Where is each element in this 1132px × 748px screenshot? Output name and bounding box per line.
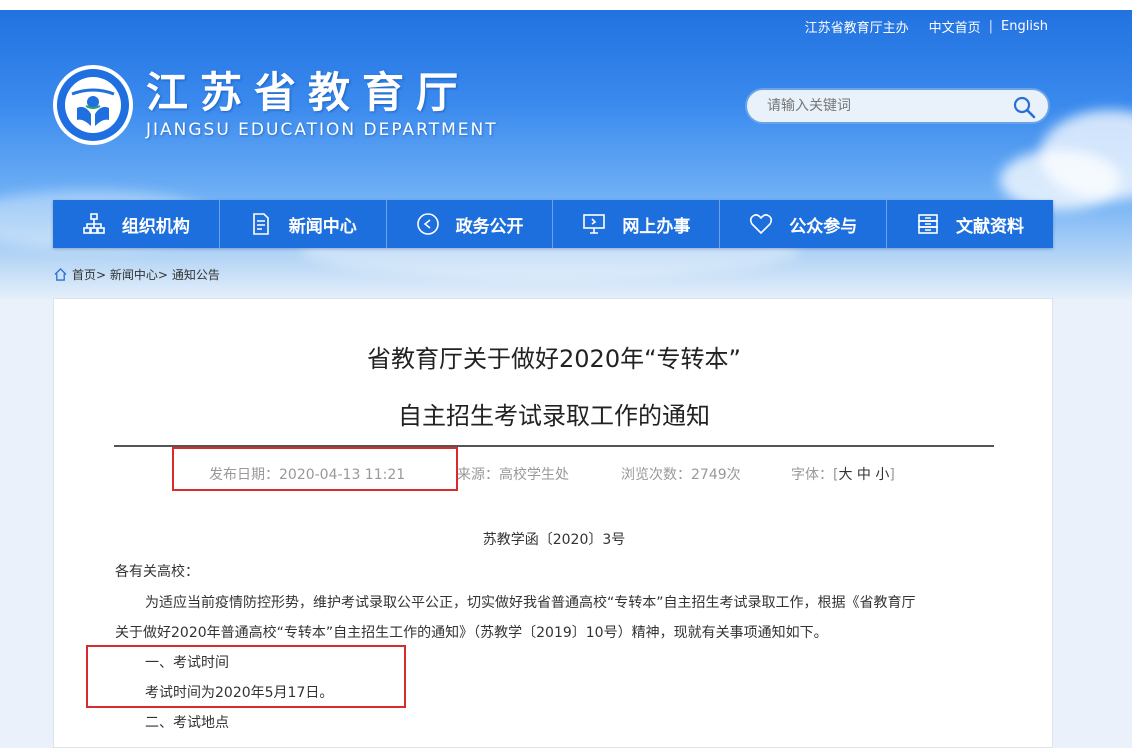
highlight-box-date — [172, 447, 458, 491]
archive-icon — [918, 214, 938, 234]
top-strip — [0, 0, 1132, 10]
nav-label: 政务公开 — [455, 216, 524, 237]
nav-item-online-services[interactable]: 网上办事 — [553, 200, 721, 248]
breadcrumb-news[interactable]: 新闻中心 — [110, 266, 158, 283]
brand-chinese-name: 江苏省教育厅 — [146, 68, 471, 117]
article-title-line-2: 自主招生考试录取工作的通知 — [398, 402, 710, 430]
site-logo[interactable]: 江苏省教育厅 JIANGSU EDUCATION DEPARTMENT — [52, 64, 498, 146]
search-box — [745, 88, 1050, 124]
breadcrumb-home[interactable]: 首页 — [72, 266, 96, 283]
main-nav: 组织机构 新闻中心 政务公开 网上办事 公众参与 文献资料 — [53, 200, 1053, 248]
font-large-link[interactable]: 大 — [838, 467, 852, 483]
highlight-box-exam-time — [86, 645, 406, 708]
nav-label: 组织机构 — [121, 216, 190, 237]
education-emblem-icon — [53, 65, 133, 145]
search-input[interactable] — [765, 97, 1009, 115]
nav-label: 新闻中心 — [288, 216, 357, 237]
nav-item-organization[interactable]: 组织机构 — [53, 200, 220, 248]
top-links: 江苏省教育厅主办 中文首页 | English — [804, 17, 1048, 36]
breadcrumb-notices[interactable]: 通知公告 — [172, 266, 220, 283]
view-count: 浏览次数：2749次 — [621, 467, 741, 483]
home-icon — [54, 268, 67, 281]
org-chart-icon — [83, 213, 105, 234]
nav-label: 公众参与 — [789, 216, 858, 237]
nav-item-public-participation[interactable]: 公众参与 — [720, 200, 888, 248]
paragraph-line: 关于做好2020年普通高校“专转本”自主招生工作的通知》（苏教学〔2019〕10… — [115, 625, 828, 641]
nav-item-news[interactable]: 新闻中心 — [220, 200, 387, 248]
paragraph-line: 为适应当前疫情防控形势，维护考试录取公平公正，切实做好我省普通高校“专转本”自主… — [145, 595, 916, 611]
article-title-line-1: 省教育厅关于做好2020年“专转本” — [367, 345, 741, 373]
header-sky-background — [0, 0, 1132, 300]
sponsor-text: 江苏省教育厅主办 — [804, 21, 909, 36]
chinese-home-link[interactable]: 中文首页 — [929, 17, 981, 36]
section-2-heading: 二、考试地点 — [145, 715, 229, 731]
nav-item-government-affairs[interactable]: 政务公开 — [387, 200, 554, 248]
heart-icon — [750, 214, 773, 235]
source-text: 来源：高校学生处 — [457, 467, 569, 483]
nav-item-documents[interactable]: 文献资料 — [887, 200, 1053, 248]
english-link[interactable]: English — [1001, 19, 1048, 34]
nav-label: 网上办事 — [622, 216, 691, 237]
monitor-icon — [583, 214, 606, 234]
play-circle-icon — [416, 213, 439, 235]
document-number: 苏教学函〔2020〕3号 — [482, 532, 626, 548]
nav-label: 文献资料 — [956, 216, 1025, 237]
font-small-link[interactable]: 小 — [875, 467, 889, 483]
salutation: 各有关高校： — [115, 564, 199, 580]
breadcrumb: 首页 > 新闻中心 > 通知公告 — [54, 266, 220, 283]
document-icon — [252, 213, 269, 235]
search-icon[interactable] — [1012, 95, 1036, 119]
font-medium-link[interactable]: 中 — [857, 467, 871, 483]
font-size-switcher: 字体：[大 中 小] — [791, 467, 895, 483]
brand-english-name: JIANGSU EDUCATION DEPARTMENT — [146, 120, 498, 140]
